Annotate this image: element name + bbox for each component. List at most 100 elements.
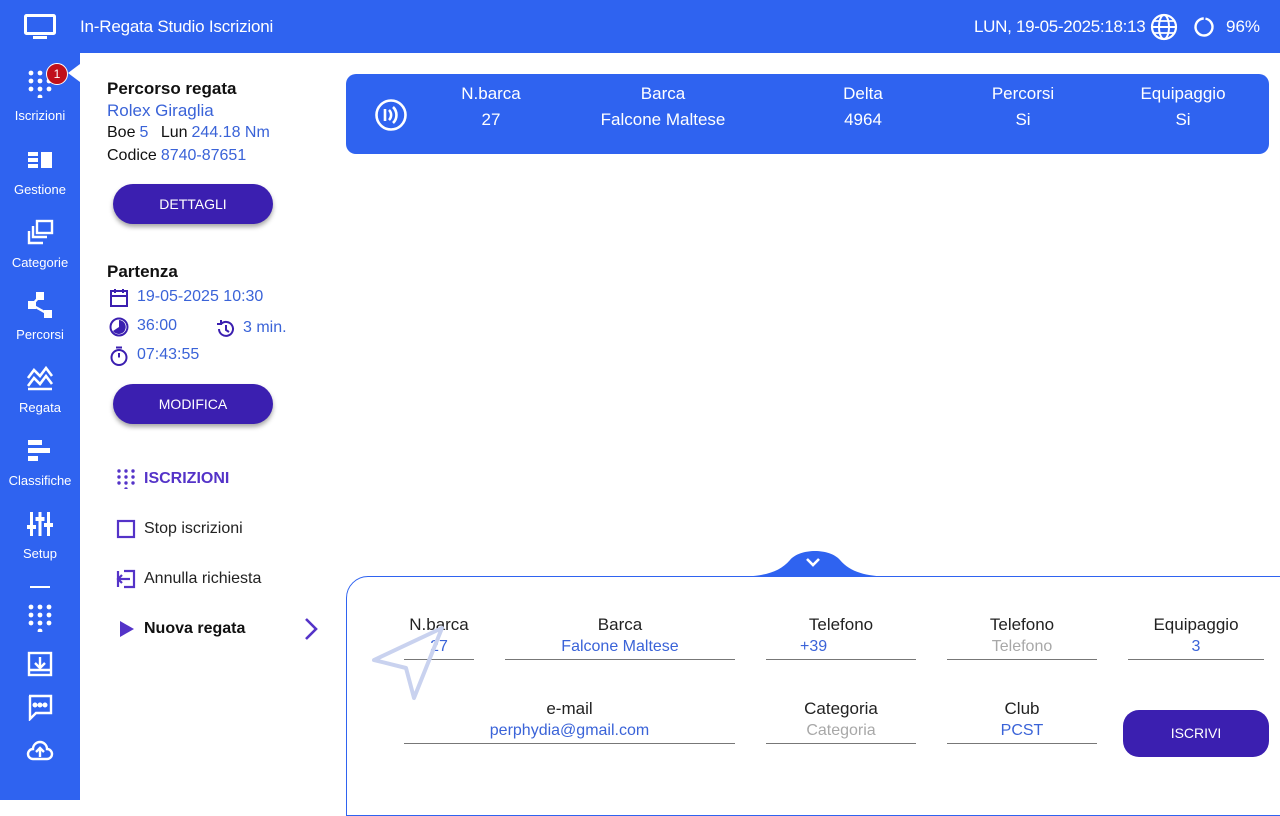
details-button[interactable]: DETTAGLI (113, 184, 273, 224)
lun-value: 244.18 Nm (191, 124, 270, 141)
sidebar: Iscrizioni 1 Gestione Categorie Percorsi (0, 53, 80, 800)
field-label: e-mail (546, 699, 593, 718)
delta-col: Delta 4964 (813, 84, 913, 130)
battery-ring-icon (1194, 17, 1214, 37)
field-placeholder: Telefono (991, 638, 1053, 655)
layers-icon (27, 219, 54, 245)
percorsi-value: Si (1015, 110, 1031, 129)
field-placeholder: Categoria (806, 722, 876, 739)
dialpad-icon[interactable] (26, 604, 54, 632)
boat-name-label: Barca (640, 84, 686, 103)
list-icon (28, 152, 52, 168)
menu-label: Nuova regata (144, 620, 246, 637)
sidebar-item-regata[interactable]: Regata (0, 364, 80, 434)
boat-card[interactable]: N.barca 27 Barca Falcone Maltese Delta 4… (346, 74, 1269, 154)
sidebar-item-label: Gestione (13, 182, 67, 197)
start-timer: 07:43:55 (137, 346, 200, 363)
monitor-icon (24, 14, 56, 39)
waves-icon (26, 365, 54, 391)
registration-form (346, 576, 1280, 816)
delta-label: Delta (843, 84, 883, 103)
delta-value: 4964 (844, 110, 882, 129)
sidebar-item-gestione[interactable]: Gestione (0, 148, 80, 218)
sidebar-item-label: Categorie (11, 255, 69, 270)
sidebar-item-label: Iscrizioni (14, 108, 66, 123)
percorsi-label: Percorsi (991, 84, 1055, 103)
info-panel: Percorso regata Rolex Giraglia Boe 5 Lun 2… (80, 53, 330, 800)
notification-badge: 1 (46, 63, 68, 85)
start-heading: Partenza (107, 262, 178, 281)
codice-label: Codice (107, 147, 157, 164)
pie-clock-icon (109, 317, 129, 337)
sidebar-item-label: Percorsi (16, 327, 64, 342)
email-field[interactable]: e-mail perphydia@gmail.com (404, 698, 735, 744)
start-duration: 36:00 (137, 317, 178, 334)
nfc-icon (375, 99, 407, 131)
equipaggio-col: Equipaggio Si (1123, 84, 1243, 130)
sidebar-item-setup[interactable]: Setup (0, 510, 80, 580)
boat-number: 27 (481, 110, 501, 129)
boat-name-field[interactable]: Barca Falcone Maltese (505, 614, 735, 660)
calendar-icon (110, 289, 128, 307)
field-label: Telefono (808, 615, 874, 634)
course-heading: Percorso regata (107, 79, 237, 98)
stopwatch-icon (110, 346, 128, 366)
submit-button[interactable]: ISCRIVI (1123, 710, 1269, 757)
field-value: PCST (1000, 722, 1044, 739)
globe-icon[interactable] (1150, 13, 1178, 41)
cloud-upload-icon[interactable] (26, 737, 54, 765)
codice-value: 8740-87651 (160, 147, 247, 164)
equipaggio-label: Equipaggio (1140, 84, 1226, 103)
boat-name: Falcone Maltese (600, 110, 726, 129)
app-title: In-Regata Studio Iscrizioni (80, 17, 274, 36)
start-delay: 3 min. (243, 319, 287, 336)
sidebar-item-percorsi[interactable]: Percorsi (0, 291, 80, 361)
chevron-right-icon[interactable] (301, 616, 321, 642)
field-value: perphydia@gmail.com (489, 722, 650, 739)
play-icon (120, 621, 134, 637)
sidebar-item-classifiche[interactable]: Classifiche (0, 437, 80, 507)
field-label: Categoria (804, 699, 878, 718)
course-name: Rolex Giraglia (107, 101, 214, 120)
field-label: Barca (597, 615, 643, 634)
field-value: 3 (1191, 638, 1201, 655)
boat-number-label: N.barca (461, 84, 521, 103)
chat-icon[interactable] (26, 693, 54, 721)
edit-button[interactable]: MODIFICA (113, 384, 273, 424)
menu-label: ISCRIZIONI (144, 470, 230, 487)
club-field[interactable]: Club PCST (947, 698, 1097, 744)
field-label: Telefono (989, 615, 1055, 634)
history-icon (217, 320, 234, 337)
field-value: Falcone Maltese (561, 638, 679, 655)
course-stats: Boe 5 Lun 244.18 Nm (107, 124, 278, 142)
battery-percent: 96% (1226, 17, 1261, 36)
download-icon[interactable] (26, 650, 54, 678)
boe-label: Boe (107, 124, 136, 141)
lun-label: Lun (160, 124, 188, 141)
exit-icon (116, 569, 136, 589)
sidebar-item-categorie[interactable]: Categorie (0, 219, 80, 289)
category-field[interactable]: Categoria Categoria (766, 698, 916, 744)
boat-name-col: Barca Falcone Maltese (583, 84, 743, 130)
crew-field[interactable]: Equipaggio 3 (1128, 614, 1264, 660)
field-value: +39 (800, 638, 828, 655)
phone-field[interactable]: Telefono +39 (766, 614, 916, 660)
boe-value: 5 (139, 124, 149, 141)
field-value: 27 (430, 638, 448, 655)
boat-number-col: N.barca 27 (446, 84, 536, 130)
route-icon (28, 292, 52, 318)
percorsi-col: Percorsi Si (973, 84, 1073, 130)
sliders-icon (27, 512, 53, 536)
course-code: Codice 8740-87651 (107, 147, 254, 165)
boat-number-field[interactable]: N.barca 27 (404, 614, 474, 660)
top-bar: In-Regata Studio Iscrizioni LUN, 19-05-2… (0, 0, 1280, 53)
chevron-down-icon[interactable] (803, 554, 823, 570)
field-label: Club (1004, 699, 1040, 718)
phone-2-field[interactable]: Telefono Telefono (947, 614, 1097, 660)
bar-list-icon (28, 440, 50, 461)
field-label: Equipaggio (1153, 615, 1239, 634)
menu-label: Stop iscrizioni (144, 520, 243, 537)
datetime: LUN, 19-05-2025:18:13 (974, 17, 1146, 36)
menu-label: Annulla richiesta (144, 570, 262, 587)
checkbox-icon (116, 519, 136, 539)
